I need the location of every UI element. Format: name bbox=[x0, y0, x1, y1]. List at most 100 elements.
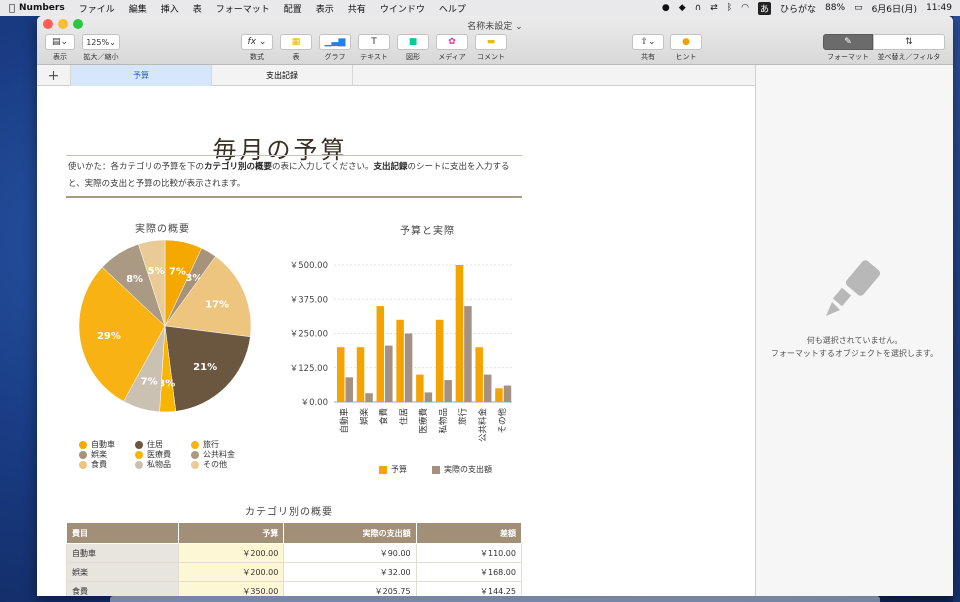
dropbox-icon[interactable]: ◆ bbox=[679, 3, 686, 13]
bar-budget-4[interactable] bbox=[396, 319, 404, 402]
formula-tool[interactable]: fx ⌄ 数式 bbox=[241, 34, 273, 62]
menu-arrange[interactable]: 配置 bbox=[284, 2, 302, 15]
zoom-tool[interactable]: 125% ⌄ 拡大／縮小 bbox=[82, 34, 120, 62]
menu-time[interactable]: 11:49 bbox=[926, 3, 952, 13]
wifi-icon[interactable]: ◠ bbox=[741, 3, 749, 13]
sort-icon[interactable]: ⇅ bbox=[873, 34, 945, 50]
table-icon[interactable]: ▦ bbox=[280, 34, 312, 50]
shape-tool[interactable]: ■ 図形 bbox=[397, 34, 429, 62]
cell-actual[interactable]: ￥32.00 bbox=[283, 562, 417, 582]
bar-actual-3[interactable] bbox=[385, 345, 393, 402]
header-category[interactable]: 費目 bbox=[66, 522, 179, 544]
formula-icon[interactable]: fx ⌄ bbox=[241, 34, 273, 50]
header-difference[interactable]: 差額 bbox=[415, 522, 523, 544]
input-mode[interactable]: ひらがな bbox=[780, 2, 816, 15]
category-summary-table[interactable]: 費目 予算 実際の支出額 差額 自動車 ￥200.00 ￥90.00 ￥110.… bbox=[66, 522, 523, 596]
apple-icon[interactable]:  bbox=[9, 3, 15, 14]
header-actual[interactable]: 実際の支出額 bbox=[283, 522, 417, 544]
bar-budget-6[interactable] bbox=[435, 319, 444, 402]
pie-legend-item: 食費 bbox=[79, 459, 107, 470]
bar-actual-2[interactable] bbox=[365, 393, 373, 402]
legend-label: その他 bbox=[203, 460, 227, 469]
battery-percent[interactable]: 88% bbox=[825, 3, 845, 13]
bar-actual-9[interactable] bbox=[503, 385, 512, 402]
cell-actual[interactable]: ￥90.00 bbox=[283, 543, 417, 563]
tab-budget[interactable]: 予算 bbox=[71, 65, 212, 86]
media-icon[interactable]: ✿ bbox=[436, 34, 468, 50]
y-tick-label: ￥250.00 bbox=[290, 330, 328, 340]
evernote-icon[interactable]: ● bbox=[662, 3, 670, 13]
menu-window[interactable]: ウインドウ bbox=[380, 2, 425, 15]
bar-actual-7[interactable] bbox=[464, 306, 472, 402]
menu-edit[interactable]: 編集 bbox=[129, 2, 147, 15]
menu-app-name[interactable]: Numbers bbox=[19, 3, 65, 13]
cell-difference[interactable]: ￥168.00 bbox=[415, 562, 523, 582]
menu-date[interactable]: 6月6日(月) bbox=[872, 2, 917, 15]
shape-icon[interactable]: ■ bbox=[397, 34, 429, 50]
text-icon[interactable]: T bbox=[358, 34, 390, 50]
view-tool[interactable]: ▤⌄ 表示 bbox=[45, 34, 75, 62]
comment-icon[interactable]: ▬ bbox=[475, 34, 507, 50]
bar-budget-3[interactable] bbox=[376, 306, 385, 402]
cell-budget[interactable]: ￥200.00 bbox=[177, 562, 285, 582]
bar-budget-7[interactable] bbox=[455, 265, 464, 402]
menu-share[interactable]: 共有 bbox=[348, 2, 366, 15]
input-source-icon[interactable]: あ bbox=[758, 1, 772, 15]
window-toolbar: 名称未設定 ⌄ ▤⌄ 表示 125% ⌄ 拡大／縮小 fx ⌄ 数式 ▦ 表 ▁▃… bbox=[37, 16, 953, 65]
cell-budget[interactable]: ￥200.00 bbox=[177, 543, 285, 563]
table-tool[interactable]: ▦ 表 bbox=[280, 34, 312, 62]
battery-icon[interactable]: ▭ bbox=[854, 3, 863, 13]
share-tool[interactable]: ⇧⌄ 共有 bbox=[632, 34, 664, 62]
cell-actual[interactable]: ￥205.75 bbox=[283, 581, 417, 596]
headphones-icon[interactable]: ∩ bbox=[695, 3, 702, 13]
bar-actual-4[interactable] bbox=[404, 333, 413, 403]
pie-slice-label: 8% bbox=[126, 274, 143, 285]
cell-category[interactable]: 食費 bbox=[66, 581, 179, 596]
sort-tool[interactable]: ⇅ 並べ替え／フィルタ bbox=[873, 34, 945, 62]
bar-budget-1[interactable] bbox=[337, 347, 345, 402]
tab-expenses[interactable]: 支出記録 bbox=[212, 65, 353, 86]
menu-table[interactable]: 表 bbox=[193, 2, 202, 15]
chart-tool[interactable]: ▁▃▆ グラフ bbox=[319, 34, 351, 62]
x-tick-label: その他 bbox=[497, 408, 508, 434]
menu-format[interactable]: フォーマット bbox=[216, 2, 270, 15]
header-budget[interactable]: 予算 bbox=[177, 522, 285, 544]
sync-icon[interactable]: ⇄ bbox=[710, 3, 718, 13]
bar-actual-1[interactable] bbox=[345, 377, 354, 402]
cell-difference[interactable]: ￥144.25 bbox=[415, 581, 523, 596]
menu-help[interactable]: ヘルプ bbox=[439, 2, 466, 15]
format-tool[interactable]: ✎ フォーマット bbox=[823, 34, 873, 62]
view-icon[interactable]: ▤⌄ bbox=[45, 34, 75, 50]
menu-file[interactable]: ファイル bbox=[79, 2, 115, 15]
cell-budget[interactable]: ￥350.00 bbox=[177, 581, 285, 596]
y-tick-label: ￥500.00 bbox=[290, 261, 328, 271]
menu-view[interactable]: 表示 bbox=[316, 2, 334, 15]
format-brush-icon[interactable]: ✎ bbox=[823, 34, 873, 50]
media-tool[interactable]: ✿ メディア bbox=[436, 34, 468, 62]
bar-actual-5[interactable] bbox=[424, 392, 433, 402]
dock[interactable] bbox=[110, 596, 880, 602]
share-icon[interactable]: ⇧⌄ bbox=[632, 34, 664, 50]
cell-difference[interactable]: ￥110.00 bbox=[415, 543, 523, 563]
bar-chart[interactable]: ￥0.00 ￥125.00 ￥250.00 ￥375.00 ￥500.00 自動車 娯楽 食費… bbox=[277, 236, 527, 446]
bar-budget-9[interactable] bbox=[495, 388, 503, 402]
chart-icon[interactable]: ▁▃▆ bbox=[319, 34, 351, 50]
text-tool[interactable]: T テキスト bbox=[358, 34, 390, 62]
hint-icon[interactable]: ● bbox=[670, 34, 702, 50]
comment-tool[interactable]: ▬ コメント bbox=[475, 34, 507, 62]
bar-budget-8[interactable] bbox=[475, 347, 483, 402]
bar-budget-5[interactable] bbox=[416, 374, 424, 402]
menu-insert[interactable]: 挿入 bbox=[161, 2, 179, 15]
pie-chart[interactable]: 7%3%17%21%3%7%29%8%5% bbox=[75, 236, 255, 416]
bar-actual-8[interactable] bbox=[483, 374, 492, 402]
bar-budget-2[interactable] bbox=[356, 347, 365, 402]
hint-tool[interactable]: ● ヒント bbox=[670, 34, 702, 62]
sheet-canvas[interactable]: 毎月の予算 使いかた：各カテゴリの予算を下のカテゴリ別の概要の表に入力してくださ… bbox=[37, 86, 755, 596]
cell-category[interactable]: 娯楽 bbox=[66, 562, 179, 582]
zoom-select[interactable]: 125% ⌄ bbox=[82, 34, 120, 50]
window-title[interactable]: 名称未設定 ⌄ bbox=[37, 19, 953, 32]
bluetooth-icon[interactable]: ᛒ bbox=[727, 3, 732, 13]
cell-category[interactable]: 自動車 bbox=[66, 543, 179, 563]
add-sheet-button[interactable]: + bbox=[37, 65, 71, 86]
bar-actual-6[interactable] bbox=[444, 380, 452, 402]
